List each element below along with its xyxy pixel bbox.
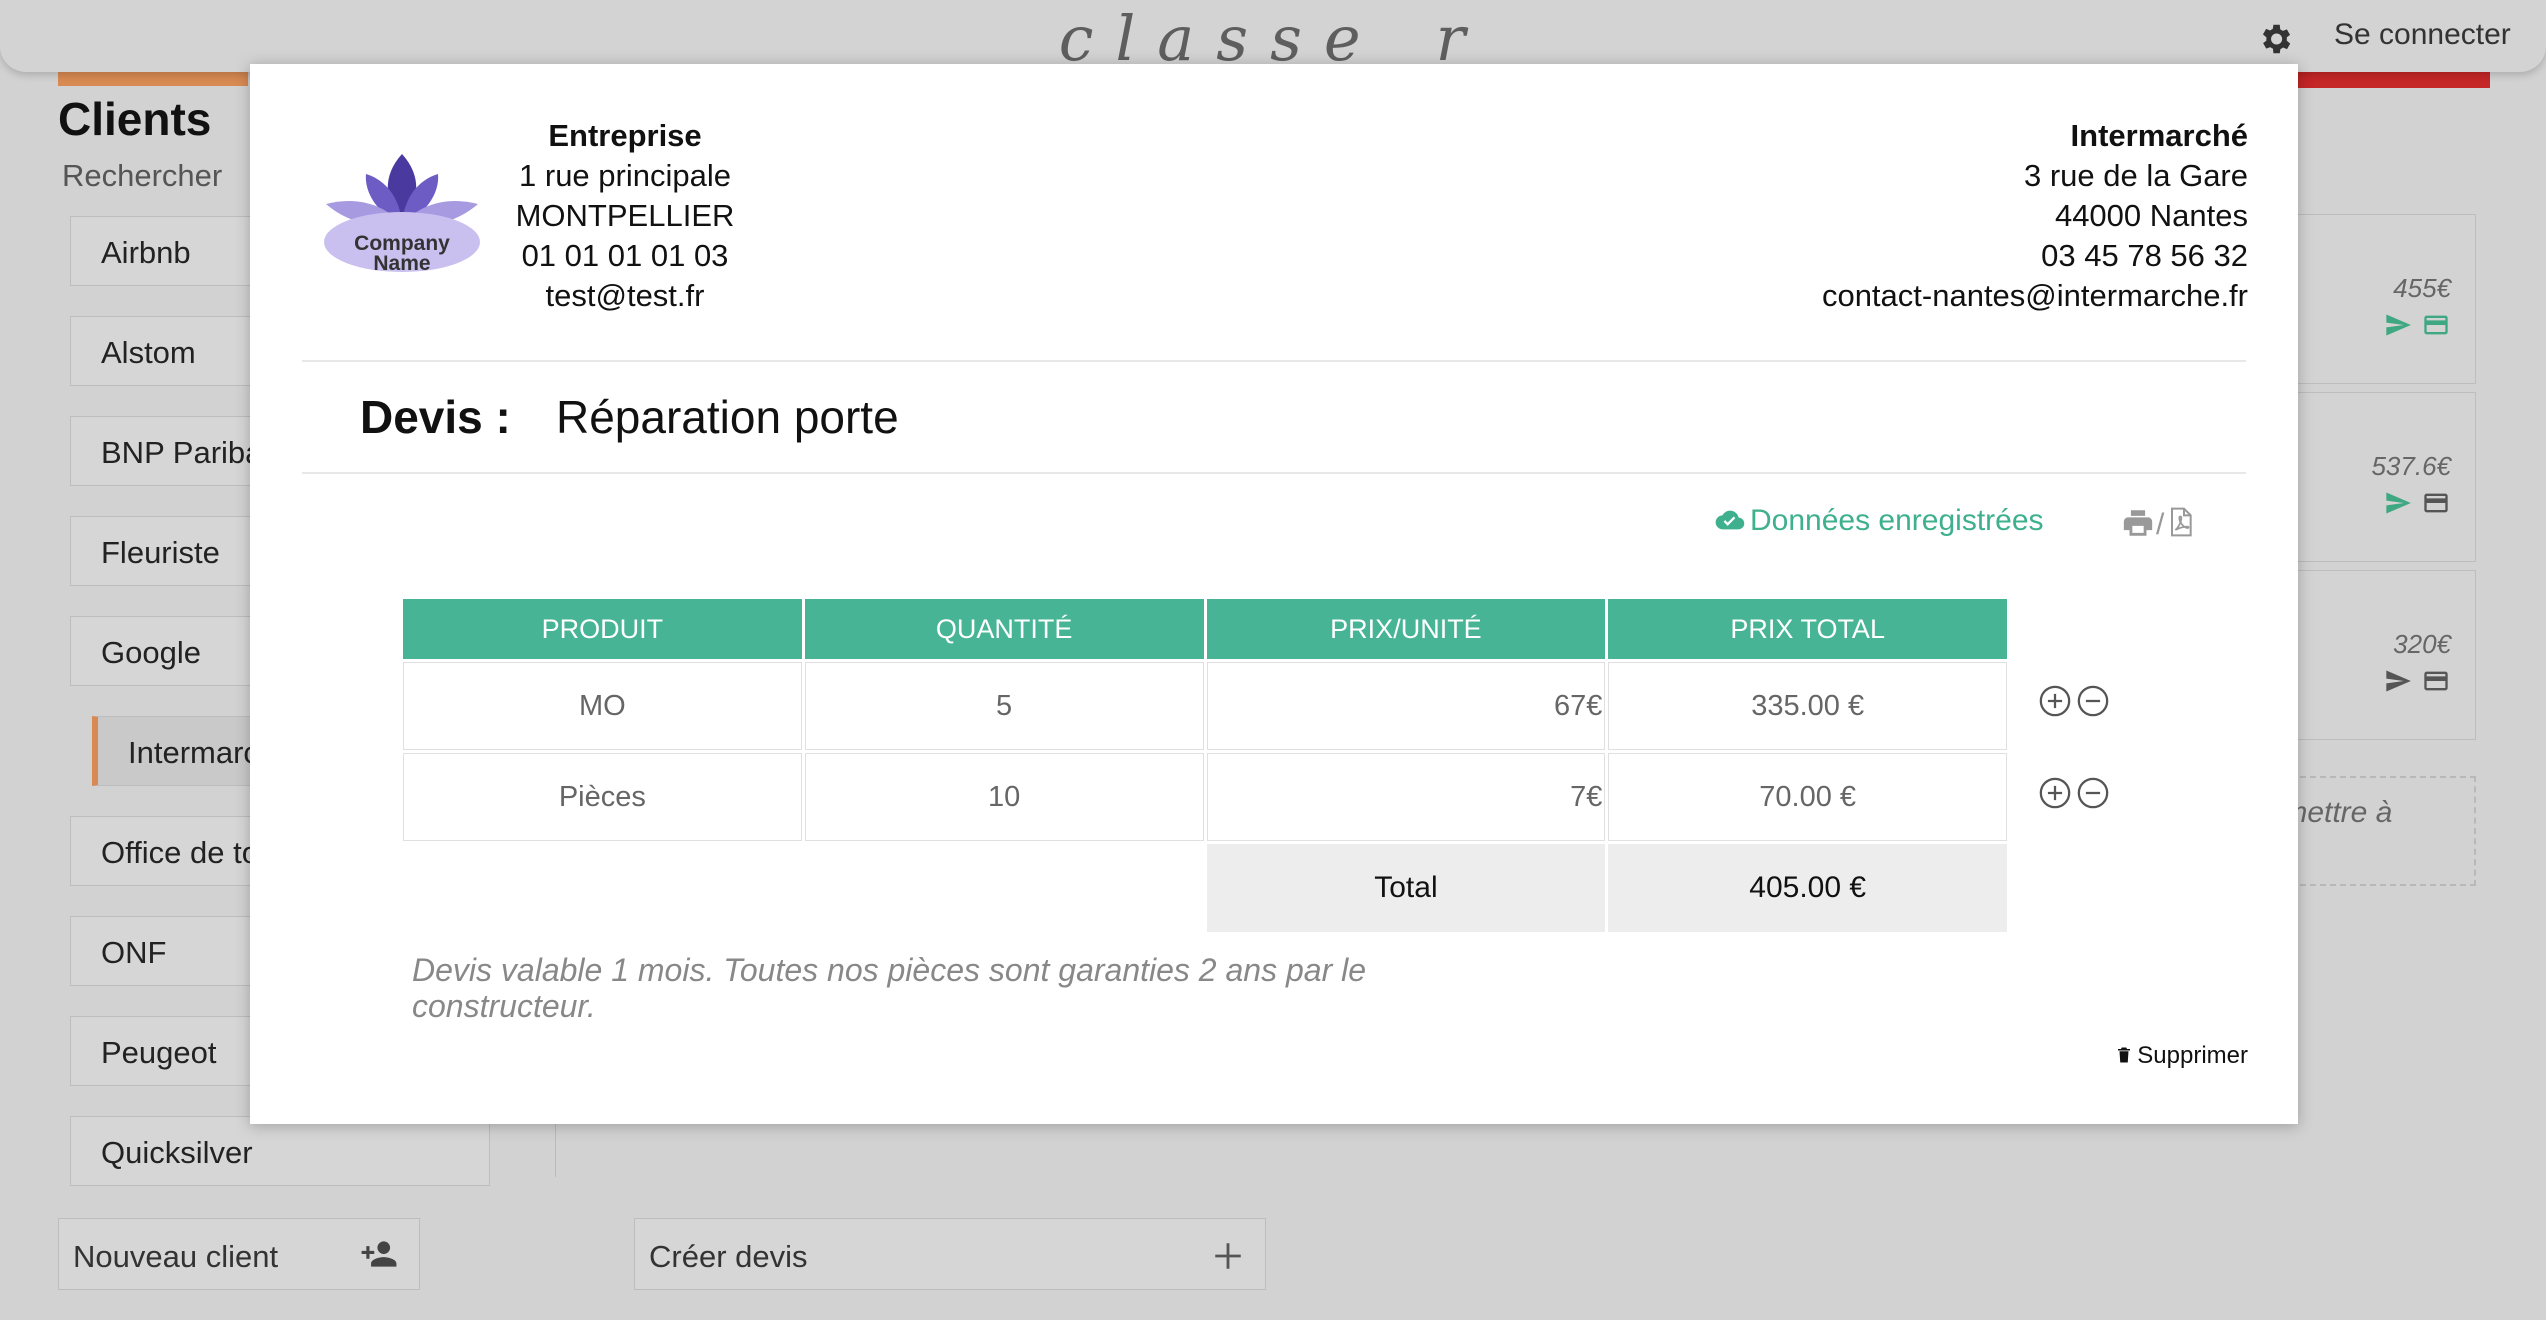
column-header-unit-price: PRIX/UNITÉ bbox=[1206, 599, 1606, 659]
client-name: Intermarché bbox=[2070, 118, 2248, 153]
plus-circle-icon[interactable] bbox=[2038, 776, 2072, 810]
card-icon[interactable] bbox=[2419, 311, 2453, 339]
send-icon[interactable] bbox=[2381, 667, 2415, 695]
unit-price-cell[interactable]: 7€ bbox=[1206, 753, 1606, 841]
column-header-quantity: QUANTITÉ bbox=[804, 599, 1204, 659]
total-label: Total bbox=[1206, 844, 1606, 932]
add-user-icon bbox=[361, 1241, 397, 1267]
divider bbox=[302, 360, 2246, 362]
login-link[interactable]: Se connecter bbox=[2334, 18, 2511, 52]
product-cell[interactable]: MO bbox=[403, 662, 802, 750]
devis-label: Devis : bbox=[360, 391, 511, 443]
row-actions bbox=[2038, 684, 2110, 723]
plus-circle-icon[interactable] bbox=[2038, 684, 2072, 718]
gear-icon[interactable] bbox=[2256, 20, 2294, 58]
drop-zone[interactable] bbox=[2280, 776, 2476, 886]
total-value: 405.00 € bbox=[1608, 844, 2007, 932]
saved-status-text: Données enregistrées bbox=[1750, 504, 2044, 537]
create-quote-label: Créer devis bbox=[649, 1239, 808, 1274]
delete-button[interactable]: Supprimer bbox=[2115, 1042, 2248, 1070]
quote-card[interactable]: 320€ bbox=[2290, 570, 2476, 740]
export-separator: / bbox=[2156, 508, 2165, 541]
quote-note[interactable]: Devis valable 1 mois. Toutes nos pièces … bbox=[412, 952, 1492, 1024]
company-city: MONTPELLIER bbox=[515, 198, 735, 233]
cloud-check-icon bbox=[1715, 510, 1745, 530]
column-header-total-price: PRIX TOTAL bbox=[1608, 599, 2007, 659]
quote-amount: 455€ bbox=[2393, 273, 2451, 303]
quantity-cell[interactable]: 5 bbox=[804, 662, 1204, 750]
new-client-button[interactable]: Nouveau client bbox=[58, 1218, 420, 1290]
logo-text: Name bbox=[373, 252, 430, 275]
top-bar: classe_r Se connecter bbox=[0, 0, 2546, 75]
plus-icon bbox=[1215, 1243, 1241, 1269]
client-city: 44000 Nantes bbox=[2054, 198, 2248, 233]
quote-card[interactable]: 455€ bbox=[2290, 214, 2476, 384]
send-icon[interactable] bbox=[2381, 311, 2415, 339]
divider bbox=[302, 472, 2246, 474]
quote-table: PRODUIT QUANTITÉ PRIX/UNITÉ PRIX TOTAL M… bbox=[400, 596, 2010, 935]
company-email: test@test.fr bbox=[545, 278, 705, 313]
clients-title: Clients bbox=[58, 93, 212, 145]
minus-circle-icon[interactable] bbox=[2076, 684, 2110, 718]
quantity-cell[interactable]: 10 bbox=[804, 753, 1204, 841]
row-actions bbox=[2038, 776, 2110, 815]
export-actions: / bbox=[2120, 504, 2196, 542]
devis-title[interactable]: Réparation porte bbox=[556, 390, 899, 444]
quote-actions bbox=[2381, 667, 2453, 700]
column-header-product: PRODUIT bbox=[403, 599, 802, 659]
total-price-cell: 70.00 € bbox=[1608, 753, 2007, 841]
quote-actions bbox=[2381, 489, 2453, 522]
client-info: Intermarché 3 rue de la Gare 44000 Nante… bbox=[1728, 116, 2248, 316]
client-phone: 03 45 78 56 32 bbox=[2041, 238, 2248, 273]
client-item[interactable]: Quicksilver bbox=[70, 1116, 490, 1186]
quote-actions bbox=[2381, 311, 2453, 344]
minus-circle-icon[interactable] bbox=[2076, 776, 2110, 810]
company-logo: Company Name bbox=[324, 154, 480, 275]
total-price-cell: 335.00 € bbox=[1608, 662, 2007, 750]
quote-card[interactable]: 537.6€ bbox=[2290, 392, 2476, 562]
client-address: 3 rue de la Gare bbox=[2023, 158, 2248, 193]
client-email: contact-nantes@intermarche.fr bbox=[1821, 278, 2248, 313]
quote-amount: 320€ bbox=[2393, 629, 2451, 659]
table-row: Pièces 10 7€ 70.00 € bbox=[403, 753, 2007, 841]
print-icon[interactable] bbox=[2120, 506, 2156, 540]
send-icon[interactable] bbox=[2381, 489, 2415, 517]
quote-amount: 537.6€ bbox=[2371, 451, 2451, 481]
new-client-label: Nouveau client bbox=[73, 1239, 279, 1274]
create-quote-button[interactable]: Créer devis bbox=[634, 1218, 1266, 1290]
company-address: 1 rue principale bbox=[519, 158, 731, 193]
company-phone: 01 01 01 01 03 bbox=[521, 238, 729, 273]
quote-modal: Company Name Entreprise 1 rue principale… bbox=[250, 64, 2298, 1124]
card-icon[interactable] bbox=[2419, 667, 2453, 695]
saved-status: Données enregistrées bbox=[1712, 504, 2044, 538]
pdf-icon[interactable] bbox=[2164, 504, 2196, 540]
product-cell[interactable]: Pièces bbox=[403, 753, 802, 841]
company-info: Entreprise 1 rue principale MONTPELLIER … bbox=[470, 116, 780, 316]
delete-label: Supprimer bbox=[2137, 1042, 2248, 1069]
search-input[interactable]: Rechercher bbox=[62, 158, 222, 194]
unit-price-cell[interactable]: 67€ bbox=[1206, 662, 1606, 750]
company-name: Entreprise bbox=[548, 118, 702, 153]
total-row: Total 405.00 € bbox=[403, 844, 2007, 932]
table-row: MO 5 67€ 335.00 € bbox=[403, 662, 2007, 750]
card-icon[interactable] bbox=[2419, 489, 2453, 517]
trash-icon bbox=[2118, 1047, 2131, 1063]
